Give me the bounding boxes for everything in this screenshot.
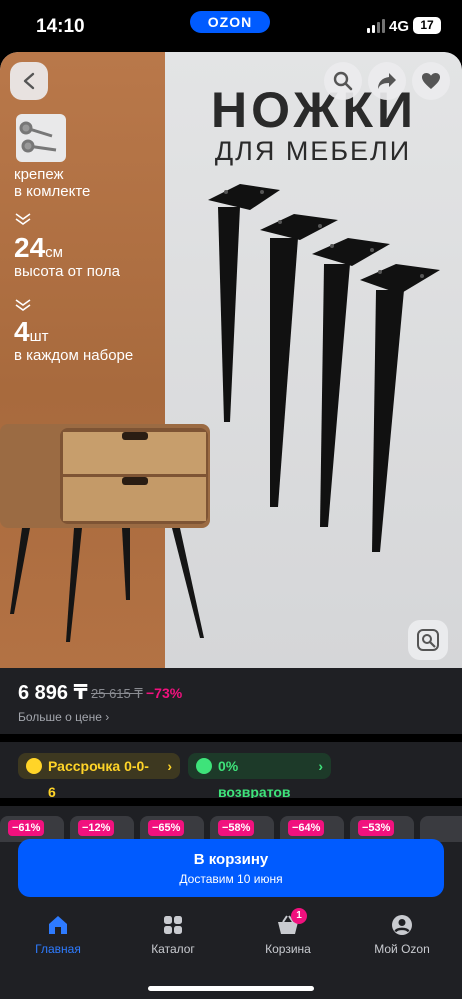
- feature-height-value: 24см: [14, 232, 63, 264]
- related-discount-badge: −61%: [8, 820, 45, 836]
- tab-cart[interactable]: 1 Корзина: [238, 908, 338, 956]
- more-about-price-label: Больше о цене: [18, 710, 102, 724]
- product-gallery[interactable]: НОЖКИ ДЛЯ МЕБЕЛИ крепеж в комлекте 24см …: [0, 52, 462, 668]
- feature-fasteners-line2: в комлекте: [14, 183, 91, 200]
- feature-count-number: 4: [14, 316, 30, 347]
- basket-icon: 1: [277, 908, 307, 936]
- home-icon: [47, 914, 69, 936]
- ozon-pill[interactable]: OZON: [190, 11, 270, 33]
- current-price: 6 896 ₸: [18, 682, 88, 704]
- network-type: 4G: [389, 18, 410, 35]
- chevron-right-icon: ›: [105, 710, 110, 724]
- old-price: 25 615 ₸: [91, 686, 143, 701]
- nightstand-image: [0, 424, 210, 642]
- related-discount-badge: −58%: [218, 820, 255, 836]
- lens-search-icon: [417, 629, 439, 651]
- installment-label: Рассрочка 0-0-6: [48, 758, 149, 800]
- feature-fasteners: крепеж в комлекте: [14, 166, 90, 200]
- favorite-button[interactable]: [412, 62, 450, 100]
- installment-chip[interactable]: Рассрочка 0-0-6 ›: [18, 753, 180, 800]
- product-screen: НОЖКИ ДЛЯ МЕБЕЛИ крепеж в комлекте 24см …: [0, 52, 462, 999]
- delivery-date: Доставим 10 июня: [179, 872, 283, 886]
- returns-icon: [196, 758, 212, 774]
- search-icon: [333, 71, 353, 91]
- chevron-right-icon: ›: [167, 758, 172, 774]
- feature-height-label: высота от пола: [14, 263, 120, 280]
- back-icon: [23, 72, 35, 90]
- tab-catalog-label: Каталог: [151, 942, 195, 956]
- divider: [0, 734, 462, 742]
- tab-home-label: Главная: [35, 942, 81, 956]
- search-button[interactable]: [324, 62, 362, 100]
- related-discount-badge: −12%: [78, 820, 115, 836]
- visual-search-button[interactable]: [408, 620, 448, 660]
- feature-count-value: 4шт: [14, 316, 48, 348]
- chevron-down-icon: [15, 213, 31, 225]
- hero-subtitle: ДЛЯ МЕБЕЛИ: [214, 136, 412, 166]
- discount-badge: −73%: [146, 685, 183, 701]
- battery-icon: 17: [413, 17, 441, 34]
- feature-height-number: 24: [14, 232, 46, 263]
- related-discount-badge: −64%: [288, 820, 325, 836]
- status-bar: 14:10 OZON 4G 17: [0, 0, 462, 52]
- screws-thumbnail: [16, 114, 66, 162]
- share-icon: [378, 73, 396, 89]
- back-button[interactable]: [10, 62, 48, 100]
- bottom-tab-bar: Главная Каталог 1 Корзина Мой Ozon: [0, 904, 462, 999]
- add-to-cart-button[interactable]: В корзину Доставим 10 июня: [18, 839, 444, 897]
- catalog-icon: [162, 914, 184, 936]
- divider: [0, 798, 462, 806]
- returns-chip[interactable]: 0% возвратов ›: [188, 753, 331, 800]
- cart-count-badge: 1: [291, 908, 307, 924]
- related-discount-badge: −53%: [358, 820, 395, 836]
- tab-profile-label: Мой Ozon: [374, 942, 430, 956]
- feature-height-unit: см: [45, 244, 63, 261]
- status-time: 14:10: [36, 16, 85, 37]
- feature-count-unit: шт: [29, 328, 49, 345]
- feature-fasteners-line1: крепеж: [14, 166, 64, 183]
- hero-title: НОЖКИ: [211, 82, 417, 138]
- add-to-cart-label: В корзину: [193, 851, 269, 868]
- chevron-down-icon: [15, 299, 31, 311]
- more-about-price-link[interactable]: Больше о цене ›: [18, 710, 109, 724]
- tab-home[interactable]: Главная: [8, 914, 108, 956]
- tab-catalog[interactable]: Каталог: [123, 914, 223, 956]
- related-discount-badge: −65%: [148, 820, 185, 836]
- returns-label: 0% возвратов: [218, 758, 291, 800]
- home-indicator: [148, 986, 314, 991]
- tab-profile[interactable]: Мой Ozon: [352, 914, 452, 956]
- chevron-right-icon: ›: [318, 758, 323, 774]
- heart-icon: [422, 73, 440, 89]
- signal-icon: [367, 19, 385, 33]
- profile-icon: [391, 914, 413, 936]
- installment-icon: [26, 758, 42, 774]
- feature-count-label: в каждом наборе: [14, 347, 134, 364]
- furniture-legs-image: [208, 184, 440, 552]
- share-button[interactable]: [368, 62, 406, 100]
- tab-cart-label: Корзина: [265, 942, 311, 956]
